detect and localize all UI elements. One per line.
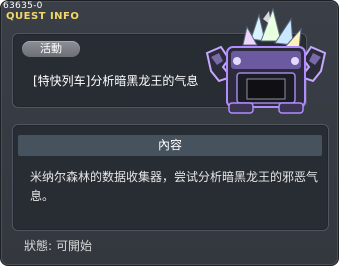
quest-content-panel: 內容 米纳尔森林的数据收集器，尝试分析暗黑龙王的邪恶气息。 [12, 124, 329, 231]
quest-id: 63635-0 [3, 1, 43, 11]
dark-crystal-machine-icon [201, 7, 331, 119]
category-tag: 活動 [22, 41, 80, 57]
status-value: 可開始 [56, 239, 93, 253]
quest-description: 米纳尔森林的数据收集器，尝试分析暗黑龙王的邪恶气息。 [30, 170, 319, 203]
window-title: QUEST INFO [6, 11, 80, 22]
quest-info-window: 63635-0 QUEST INFO 活動 [特快列车]分析暗黑龙王的气息 內容… [0, 0, 339, 266]
quest-status: 狀態: 可開始 [24, 237, 92, 254]
content-section-header: 內容 [18, 135, 322, 156]
quest-title: [特快列车]分析暗黑龙王的气息 [33, 74, 199, 88]
status-label: 狀態: [24, 239, 53, 253]
